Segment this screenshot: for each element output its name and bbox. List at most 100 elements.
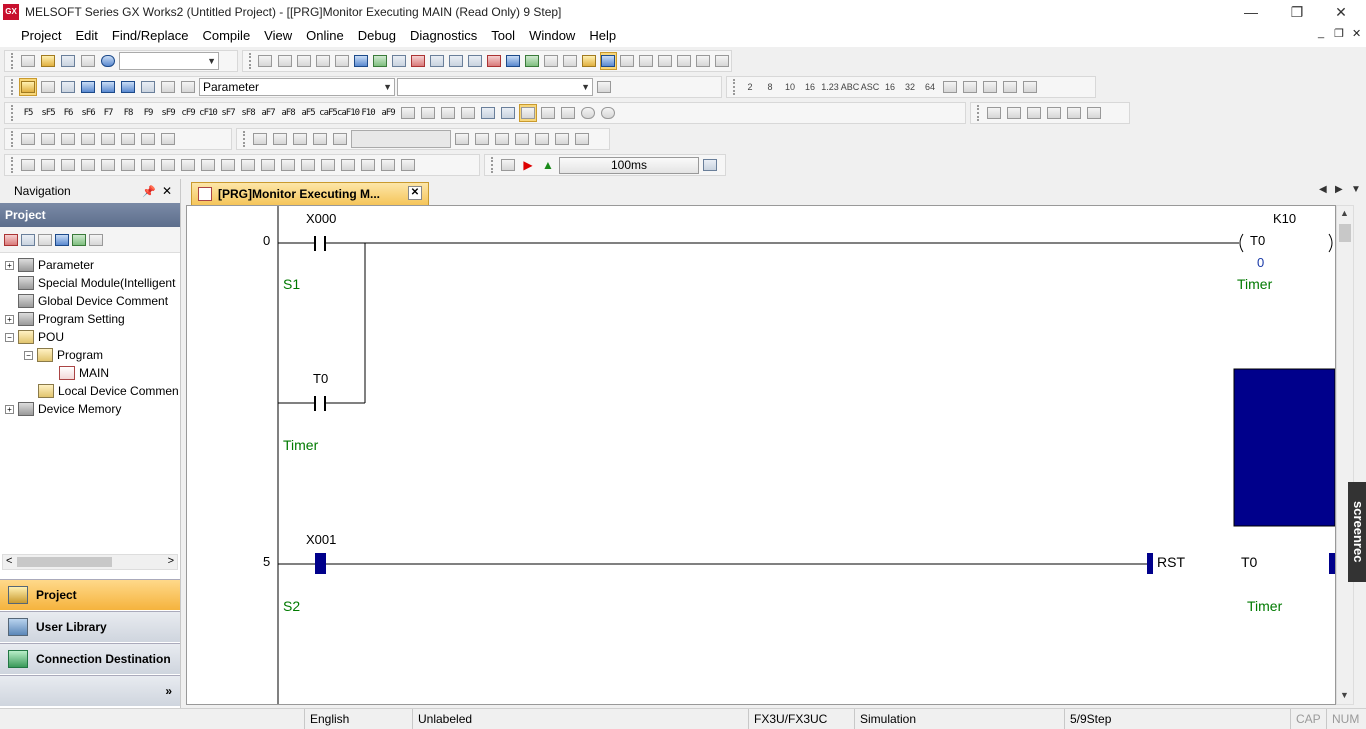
mdi-close-button[interactable]: ✕ xyxy=(1352,27,1361,40)
tab-menu-icon[interactable]: ▼ xyxy=(1351,184,1361,195)
sfc-end-icon[interactable] xyxy=(331,130,349,148)
st-tool-8-icon[interactable] xyxy=(159,156,177,174)
format-hex-icon[interactable]: 16 xyxy=(801,78,819,96)
menu-edit[interactable]: Edit xyxy=(68,28,104,43)
minimize-button[interactable]: — xyxy=(1228,0,1274,24)
simulation-icon[interactable] xyxy=(599,52,617,70)
format-real-icon[interactable]: 1.23 xyxy=(821,78,839,96)
help-icon[interactable] xyxy=(99,52,117,70)
open-folder-icon[interactable] xyxy=(39,52,57,70)
nav-connection-destination-button[interactable]: Connection Destination xyxy=(0,643,180,674)
mdi-minimize-button[interactable]: _ xyxy=(1318,27,1324,39)
st-tool-13-icon[interactable] xyxy=(259,156,277,174)
mdi-restore-button[interactable]: ❐ xyxy=(1334,27,1344,40)
tree-item-main[interactable]: MAIN xyxy=(0,364,180,382)
scroll-thumb[interactable] xyxy=(1339,224,1351,242)
ladder-tool-5-icon[interactable] xyxy=(479,104,497,122)
close-icon[interactable]: ✕ xyxy=(162,184,172,198)
scroll-up-icon[interactable]: ▲ xyxy=(1340,208,1349,218)
device-test-icon[interactable] xyxy=(523,52,540,70)
st-tool-15-icon[interactable] xyxy=(299,156,317,174)
parameter-select[interactable]: Parameter ▼ xyxy=(199,78,395,96)
paste-data-icon[interactable] xyxy=(38,233,52,246)
expand-icon[interactable]: + xyxy=(5,260,14,270)
delete-col-icon[interactable] xyxy=(79,130,97,148)
ladder-tool-3-icon[interactable] xyxy=(439,104,457,122)
print-icon[interactable] xyxy=(79,52,97,70)
project-tree-icon[interactable] xyxy=(19,78,37,96)
sim-warning-icon[interactable]: ▲ xyxy=(539,156,557,174)
comment-edit-icon[interactable] xyxy=(985,104,1003,122)
cut-icon[interactable] xyxy=(257,52,274,70)
menu-online[interactable]: Online xyxy=(299,28,351,43)
nav-more-button[interactable]: » xyxy=(0,675,180,706)
st-tool-17-icon[interactable] xyxy=(339,156,357,174)
ladder-insert-icon[interactable]: aF9 xyxy=(379,104,397,122)
read-plc-icon[interactable] xyxy=(352,52,369,70)
closed-contact-icon[interactable]: F6 xyxy=(59,104,77,122)
sfc-tool-3-icon[interactable] xyxy=(493,130,511,148)
copy-data-icon[interactable] xyxy=(21,233,35,246)
toolbar-grip[interactable] xyxy=(11,53,14,69)
tab-prev-icon[interactable]: ◀ xyxy=(1319,184,1327,195)
find-icon[interactable] xyxy=(99,130,117,148)
data-open-icon[interactable] xyxy=(595,78,613,96)
st-tool-10-icon[interactable] xyxy=(199,156,217,174)
tab-next-icon[interactable]: ▶ xyxy=(1335,184,1343,195)
toolbar-grip[interactable] xyxy=(977,105,980,121)
nav-user-library-button[interactable]: User Library xyxy=(0,611,180,642)
stop-monitor-icon[interactable] xyxy=(485,52,502,70)
tree-item-program-setting[interactable]: + Program Setting xyxy=(0,310,180,328)
hline-icon[interactable]: F9 xyxy=(139,104,157,122)
ladder-edit-icon[interactable]: F10 xyxy=(359,104,377,122)
st-tool-18-icon[interactable] xyxy=(359,156,377,174)
ladder-grid-icon[interactable] xyxy=(714,52,731,70)
tree-item-device-memory[interactable]: + Device Memory xyxy=(0,400,180,418)
view-option-icon[interactable] xyxy=(89,233,103,246)
sfc-field[interactable] xyxy=(351,130,451,148)
ladder-zoom-icon[interactable] xyxy=(619,52,636,70)
device-list-icon[interactable] xyxy=(119,78,137,96)
sfc-step-icon[interactable] xyxy=(251,130,269,148)
st-tool-20-icon[interactable] xyxy=(399,156,417,174)
save-icon[interactable] xyxy=(59,52,77,70)
expand-icon[interactable]: + xyxy=(5,314,14,324)
delete-hline-icon[interactable]: cF9 xyxy=(179,104,197,122)
open-contact-icon[interactable]: F5 xyxy=(19,104,37,122)
tree-hscrollbar[interactable]: < > xyxy=(2,554,178,570)
st-tool-14-icon[interactable] xyxy=(279,156,297,174)
restore-button[interactable]: ❐ xyxy=(1274,0,1320,24)
menu-compile[interactable]: Compile xyxy=(195,28,257,43)
binoculars-icon[interactable] xyxy=(179,78,197,96)
sfc-tool-4-icon[interactable] xyxy=(513,130,531,148)
sfc-tool-2-icon[interactable] xyxy=(473,130,491,148)
menu-find-replace[interactable]: Find/Replace xyxy=(105,28,196,43)
tree-item-program[interactable]: − Program xyxy=(0,346,180,364)
format-abc-icon[interactable]: ABC xyxy=(841,78,860,96)
toolbar-grip[interactable] xyxy=(11,105,14,121)
start-monitor-icon[interactable] xyxy=(466,52,483,70)
closed-branch-icon[interactable]: sF6 xyxy=(79,104,97,122)
insert-row-icon[interactable] xyxy=(19,130,37,148)
ladder-tool-2-icon[interactable] xyxy=(419,104,437,122)
invert-icon[interactable]: aF5 xyxy=(299,104,317,122)
st-tool-1-icon[interactable] xyxy=(19,156,37,174)
rising-contact-icon[interactable]: sF7 xyxy=(219,104,237,122)
sfc-tool-1-icon[interactable] xyxy=(453,130,471,148)
scan-time-field[interactable]: 100ms xyxy=(559,156,699,174)
format-16bit-icon[interactable]: 16 xyxy=(881,78,899,96)
menu-debug[interactable]: Debug xyxy=(351,28,403,43)
format-oct-icon[interactable]: 8 xyxy=(761,78,779,96)
falling-branch-icon[interactable]: aF8 xyxy=(279,104,297,122)
scroll-down-icon[interactable]: ▼ xyxy=(1340,690,1349,700)
toolbar-grip[interactable] xyxy=(733,79,736,95)
st-tool-11-icon[interactable] xyxy=(219,156,237,174)
new-file-icon[interactable] xyxy=(19,52,37,70)
device-display-icon[interactable] xyxy=(941,78,959,96)
toolbar-grip[interactable] xyxy=(11,157,14,173)
module-icon[interactable] xyxy=(39,78,57,96)
st-tool-7-icon[interactable] xyxy=(139,156,157,174)
collapse-icon[interactable]: − xyxy=(24,350,33,360)
toolbar-grip[interactable] xyxy=(249,53,252,69)
format-dec-icon[interactable]: 10 xyxy=(781,78,799,96)
